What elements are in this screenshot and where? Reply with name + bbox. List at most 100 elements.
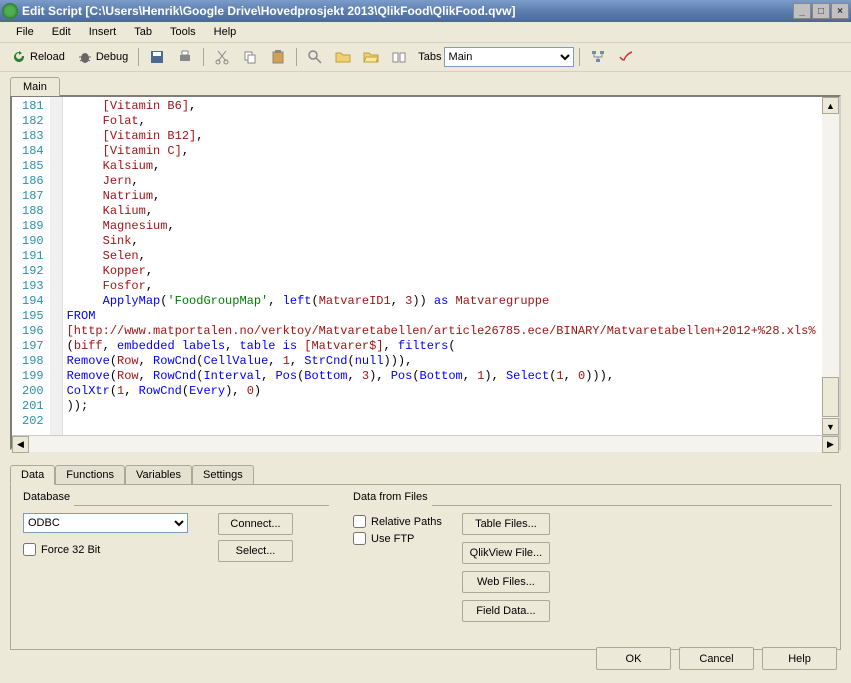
select-button[interactable]: Select...	[218, 540, 293, 562]
field-data-button[interactable]: Field Data...	[462, 600, 550, 622]
web-files-button[interactable]: Web Files...	[462, 571, 550, 593]
code-line[interactable]: Magnesium,	[67, 219, 835, 234]
line-number: 189	[22, 219, 44, 234]
scroll-up-button[interactable]: ▲	[822, 97, 839, 114]
code-line[interactable]: Remove(Row, RowCnd(Interval, Pos(Bottom,…	[67, 369, 835, 384]
code-line[interactable]: Folat,	[67, 114, 835, 129]
menu-tools[interactable]: Tools	[162, 24, 204, 40]
line-number: 192	[22, 264, 44, 279]
code-token	[67, 279, 103, 293]
menu-tab[interactable]: Tab	[126, 24, 160, 40]
code-token: ,	[268, 354, 282, 368]
code-line[interactable]: Natrium,	[67, 189, 835, 204]
toolbar-separator	[138, 48, 139, 66]
scroll-thumb[interactable]	[822, 377, 839, 417]
help-button[interactable]: Help	[762, 647, 837, 670]
code-token: ,	[189, 99, 196, 113]
tabs-select[interactable]: Main	[444, 47, 574, 67]
folder-open-icon-button[interactable]	[358, 46, 384, 68]
code-token	[67, 174, 103, 188]
code-line[interactable]: Fosfor,	[67, 279, 835, 294]
database-fieldset: Database ODBC Force 32 Bit Connect... Se…	[19, 495, 329, 633]
code-line[interactable]: Kopper,	[67, 264, 835, 279]
window-title: Edit Script [C:\Users\Henrik\Google Driv…	[22, 4, 793, 18]
connect-button[interactable]: Connect...	[218, 513, 293, 535]
table-files-button[interactable]: Table Files...	[462, 513, 550, 535]
save-icon-button[interactable]	[144, 46, 170, 68]
code-area[interactable]: [Vitamin B6], Folat, [Vitamin B12], [Vit…	[63, 97, 839, 435]
tab-data[interactable]: Data	[10, 465, 55, 485]
menu-insert[interactable]: Insert	[81, 24, 125, 40]
code-token: ,	[348, 369, 362, 383]
relative-paths-checkbox[interactable]	[353, 515, 366, 528]
cut-icon-button[interactable]	[209, 46, 235, 68]
minimize-button[interactable]: _	[793, 3, 811, 19]
code-token: ,	[103, 339, 117, 353]
force-32bit-checkbox[interactable]	[23, 543, 36, 556]
cancel-button[interactable]: Cancel	[679, 647, 754, 670]
line-number: 199	[22, 369, 44, 384]
check-icon-button[interactable]	[613, 46, 639, 68]
code-line[interactable]: (biff, embedded labels, table is [Matvar…	[67, 339, 835, 354]
tab-variables[interactable]: Variables	[125, 465, 192, 485]
code-token: ,	[139, 249, 146, 263]
code-line[interactable]: ColXtr(1, RowCnd(Every), 0)	[67, 384, 835, 399]
code-line[interactable]: Kalium,	[67, 204, 835, 219]
code-line[interactable]: Jern,	[67, 174, 835, 189]
tree-icon-button[interactable]	[585, 46, 611, 68]
code-token: Interval	[203, 369, 261, 383]
code-line[interactable]: Kalsium,	[67, 159, 835, 174]
database-select[interactable]: ODBC	[23, 513, 188, 533]
code-line[interactable]: Remove(Row, RowCnd(CellValue, 1, StrCnd(…	[67, 354, 835, 369]
search-icon-button[interactable]	[302, 46, 328, 68]
code-token: (	[182, 384, 189, 398]
line-number: 188	[22, 204, 44, 219]
code-token: ),	[225, 384, 247, 398]
code-token: ,	[391, 294, 405, 308]
menu-edit[interactable]: Edit	[44, 24, 79, 40]
print-icon-button[interactable]	[172, 46, 198, 68]
qlikview-file-button[interactable]: QlikView File...	[462, 542, 550, 564]
code-line[interactable]: Selen,	[67, 249, 835, 264]
tab-functions[interactable]: Functions	[55, 465, 125, 485]
horizontal-scrollbar[interactable]: ◀ ▶	[12, 435, 839, 452]
maximize-button[interactable]: □	[812, 3, 830, 19]
use-ftp-checkbox[interactable]	[353, 532, 366, 545]
script-editor: 1811821831841851861871881891901911921931…	[10, 95, 841, 450]
tabs-icon-button[interactable]	[386, 46, 412, 68]
ok-button[interactable]: OK	[596, 647, 671, 670]
scroll-right-button[interactable]: ▶	[822, 436, 839, 453]
hscroll-track[interactable]	[29, 436, 822, 452]
folder-icon	[335, 49, 351, 65]
code-line[interactable]: ));	[67, 399, 835, 414]
reload-button[interactable]: Reload	[6, 46, 70, 68]
debug-button[interactable]: Debug	[72, 46, 133, 68]
code-line[interactable]: [Vitamin C],	[67, 144, 835, 159]
vertical-scrollbar[interactable]: ▲ ▼	[822, 97, 839, 435]
toolbar: Reload Debug Tabs Main	[0, 43, 851, 72]
code-token: ,	[146, 279, 153, 293]
close-button[interactable]: ×	[831, 3, 849, 19]
code-line[interactable]: Sink,	[67, 234, 835, 249]
code-line[interactable]: [Vitamin B6],	[67, 99, 835, 114]
code-token: ,	[182, 144, 189, 158]
scroll-down-button[interactable]: ▼	[822, 418, 839, 435]
code-token: ,	[167, 219, 174, 233]
line-number: 191	[22, 249, 44, 264]
code-token	[67, 294, 103, 308]
script-tab-main[interactable]: Main	[10, 77, 60, 96]
scroll-left-button[interactable]: ◀	[12, 436, 29, 453]
paste-icon-button[interactable]	[265, 46, 291, 68]
code-line[interactable]: [http://www.matportalen.no/verktoy/Matva…	[67, 324, 835, 339]
folder-icon-button[interactable]	[330, 46, 356, 68]
code-line[interactable]: FROM	[67, 309, 835, 324]
code-token: (	[67, 339, 74, 353]
code-token: ,	[261, 369, 275, 383]
code-line[interactable]: [Vitamin B12],	[67, 129, 835, 144]
copy-icon-button[interactable]	[237, 46, 263, 68]
menu-file[interactable]: File	[8, 24, 42, 40]
code-line[interactable]: ApplyMap('FoodGroupMap', left(MatvareID1…	[67, 294, 835, 309]
toolbar-separator	[203, 48, 204, 66]
menu-help[interactable]: Help	[206, 24, 245, 40]
tab-settings[interactable]: Settings	[192, 465, 254, 485]
